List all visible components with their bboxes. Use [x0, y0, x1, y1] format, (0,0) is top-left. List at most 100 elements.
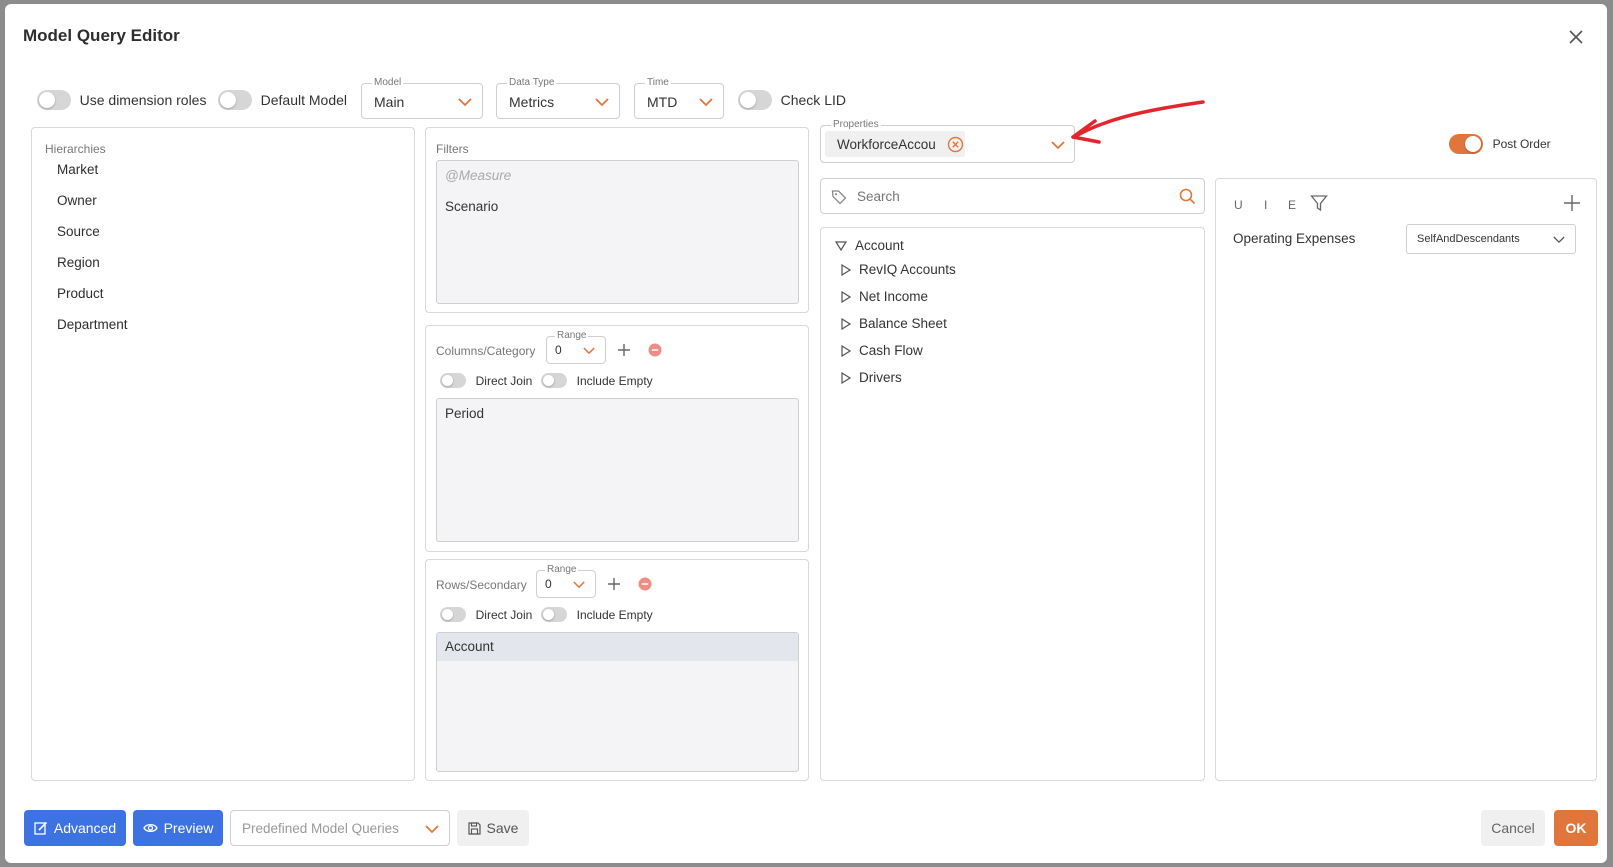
rows-direct-join-group[interactable]: Direct Join	[440, 606, 533, 623]
rows-include-empty-group[interactable]: Include Empty	[541, 606, 653, 623]
columns-range-legend: Range	[555, 329, 589, 343]
cancel-button[interactable]: Cancel	[1481, 810, 1545, 846]
collapsed-triangle-icon[interactable]	[841, 345, 851, 358]
check-lid-toggle[interactable]	[738, 90, 772, 110]
search-field[interactable]	[820, 178, 1205, 214]
columns-include-empty-toggle[interactable]	[541, 373, 567, 389]
advanced-button-label: Advanced	[53, 820, 117, 836]
chevron-down-icon	[425, 825, 439, 834]
preview-button[interactable]: Preview	[133, 810, 223, 846]
rows-range-select[interactable]: Range 0	[536, 563, 596, 598]
post-order-label: Post Order	[1492, 137, 1551, 151]
close-icon[interactable]	[1565, 26, 1587, 48]
properties-chip[interactable]: WorkforceAccou	[825, 131, 965, 157]
row-item-account[interactable]: Account	[445, 639, 494, 654]
filter-item-measure[interactable]: @Measure	[445, 168, 511, 183]
hierarchy-item-department[interactable]: Department	[57, 317, 128, 332]
hierarchy-item-region[interactable]: Region	[57, 255, 100, 270]
remove-chip-icon[interactable]	[947, 136, 964, 153]
remove-row-icon[interactable]	[638, 577, 652, 591]
save-button[interactable]: Save	[457, 810, 529, 846]
column-item-period[interactable]: Period	[445, 406, 484, 421]
collapsed-triangle-icon[interactable]	[841, 291, 851, 304]
tab-u[interactable]: U	[1234, 198, 1243, 212]
columns-drop-zone[interactable]: Period	[436, 398, 799, 542]
default-model-toggle[interactable]	[218, 90, 252, 110]
selection-function-value: SelfAndDescendants	[1417, 233, 1520, 245]
data-type-select[interactable]: Data Type Metrics	[496, 76, 620, 119]
columns-range-select[interactable]: Range 0	[546, 329, 606, 364]
tree-node-cash-flow[interactable]: Cash Flow	[841, 343, 923, 358]
predefined-queries-select[interactable]: Predefined Model Queries	[230, 810, 450, 846]
hierarchy-item-source[interactable]: Source	[57, 224, 100, 239]
filter-icon[interactable]	[1310, 194, 1328, 212]
remove-column-icon[interactable]	[648, 343, 662, 357]
rows-panel: Rows/Secondary Range 0 Direct Join Inclu…	[425, 559, 809, 781]
rows-direct-join-label: Direct Join	[475, 607, 533, 622]
chevron-down-icon	[458, 98, 472, 107]
columns-title: Columns/Category	[436, 344, 536, 358]
hierarchy-item-product[interactable]: Product	[57, 286, 104, 301]
post-order-toggle[interactable]	[1449, 134, 1483, 154]
save-button-label: Save	[486, 820, 519, 836]
columns-include-empty-group[interactable]: Include Empty	[541, 372, 653, 389]
add-column-icon[interactable]	[617, 343, 631, 357]
rows-direct-join-toggle[interactable]	[440, 607, 466, 623]
tree-node-label: Account	[855, 238, 904, 253]
rows-include-empty-toggle[interactable]	[541, 607, 567, 623]
ok-button[interactable]: OK	[1554, 810, 1598, 846]
use-dimension-roles-toggle[interactable]	[37, 90, 71, 110]
tree-node-label: Net Income	[859, 289, 929, 304]
tree-node-balance-sheet[interactable]: Balance Sheet	[841, 316, 947, 331]
tab-e[interactable]: E	[1288, 198, 1296, 212]
properties-select[interactable]: Properties WorkforceAccou	[820, 118, 1075, 163]
rows-drop-zone[interactable]: Account	[436, 632, 799, 772]
use-dimension-roles-toggle-group[interactable]: Use dimension roles	[37, 90, 206, 110]
collapsed-triangle-icon[interactable]	[841, 372, 851, 385]
tree-node-label: RevIQ Accounts	[859, 262, 956, 277]
filters-drop-zone[interactable]: @Measure Scenario	[436, 160, 799, 304]
default-model-toggle-group[interactable]: Default Model	[218, 90, 347, 110]
check-lid-toggle-group[interactable]: Check LID	[738, 90, 846, 110]
model-value: Main	[374, 94, 405, 110]
data-type-value: Metrics	[509, 94, 555, 110]
selection-member-label: Operating Expenses	[1233, 231, 1356, 246]
properties-chip-label: WorkforceAccou	[837, 137, 936, 152]
expanded-triangle-icon[interactable]	[835, 241, 847, 252]
columns-direct-join-toggle[interactable]	[440, 373, 466, 389]
filter-item-scenario[interactable]: Scenario	[445, 199, 498, 214]
add-row-icon[interactable]	[607, 577, 621, 591]
filters-title: Filters	[436, 142, 469, 156]
tree-node-label: Cash Flow	[859, 343, 923, 358]
post-order-toggle-group[interactable]: Post Order	[1449, 134, 1551, 154]
advanced-button[interactable]: Advanced	[24, 810, 126, 846]
tree-node-label: Drivers	[859, 370, 902, 385]
columns-direct-join-group[interactable]: Direct Join	[440, 372, 532, 389]
rows-range-legend: Range	[545, 563, 579, 577]
rows-title: Rows/Secondary	[436, 578, 527, 592]
search-icon[interactable]	[1179, 188, 1196, 205]
collapsed-triangle-icon[interactable]	[841, 318, 851, 331]
search-input[interactable]	[857, 187, 1157, 205]
model-legend: Model	[372, 76, 404, 90]
hierarchy-item-market[interactable]: Market	[57, 162, 98, 177]
save-icon	[467, 821, 481, 835]
tree-node-account[interactable]: Account	[835, 238, 904, 253]
tab-i[interactable]: I	[1264, 198, 1267, 212]
chevron-down-icon	[583, 347, 595, 355]
properties-legend: Properties	[831, 118, 881, 132]
model-select[interactable]: Model Main	[361, 76, 483, 119]
selection-function-select[interactable]: SelfAndDescendants	[1406, 224, 1576, 254]
annotation-arrow-icon	[1071, 100, 1205, 144]
tree-node-reviq-accounts[interactable]: RevIQ Accounts	[841, 262, 956, 277]
dialog-title: Model Query Editor	[23, 26, 180, 45]
tree-node-drivers[interactable]: Drivers	[841, 370, 902, 385]
tree-node-net-income[interactable]: Net Income	[841, 289, 928, 304]
columns-range-value: 0	[555, 343, 562, 357]
hierarchy-item-owner[interactable]: Owner	[57, 193, 97, 208]
member-tree-panel: Account RevIQ Accounts Net Income Balanc…	[820, 227, 1205, 781]
collapsed-triangle-icon[interactable]	[841, 264, 851, 277]
time-select[interactable]: Time MTD	[634, 76, 724, 119]
add-selection-icon[interactable]	[1563, 194, 1581, 212]
rows-include-empty-label: Include Empty	[576, 607, 653, 622]
